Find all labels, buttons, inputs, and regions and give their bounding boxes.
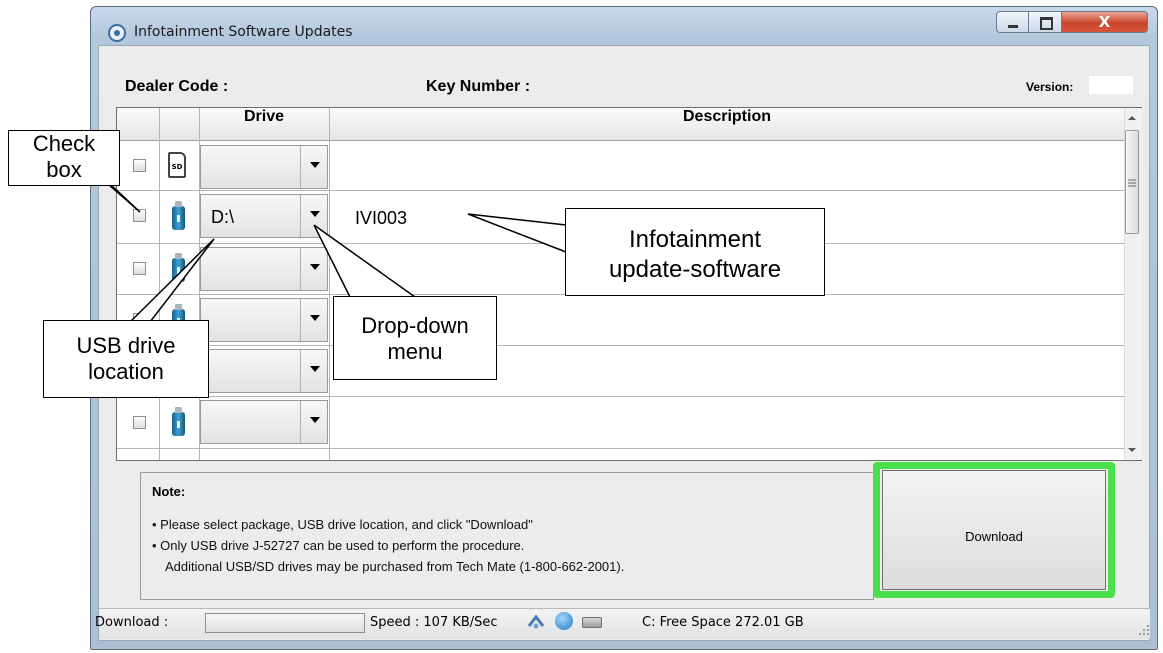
callout-infotainment-line2: update-software: [608, 256, 782, 283]
callout-infotainment-line1: Infotainment: [628, 226, 762, 253]
callout-dropdown-line1: Drop-down: [361, 313, 469, 338]
callout-infotainment-update-software: Infotainment update-software: [565, 208, 825, 296]
callout-drop-down-menu: Drop-down menu: [333, 296, 497, 380]
callout-dropdown-line2: menu: [387, 339, 443, 364]
callout-check-box-line1: Check: [32, 131, 96, 156]
callout-usb-line1: USB drive: [76, 333, 176, 358]
callout-check-box: Check box: [8, 130, 120, 186]
callout-usb-drive-location: USB drive location: [43, 320, 209, 398]
callout-check-box-line2: box: [46, 157, 82, 182]
callout-usb-line2: location: [88, 359, 164, 384]
